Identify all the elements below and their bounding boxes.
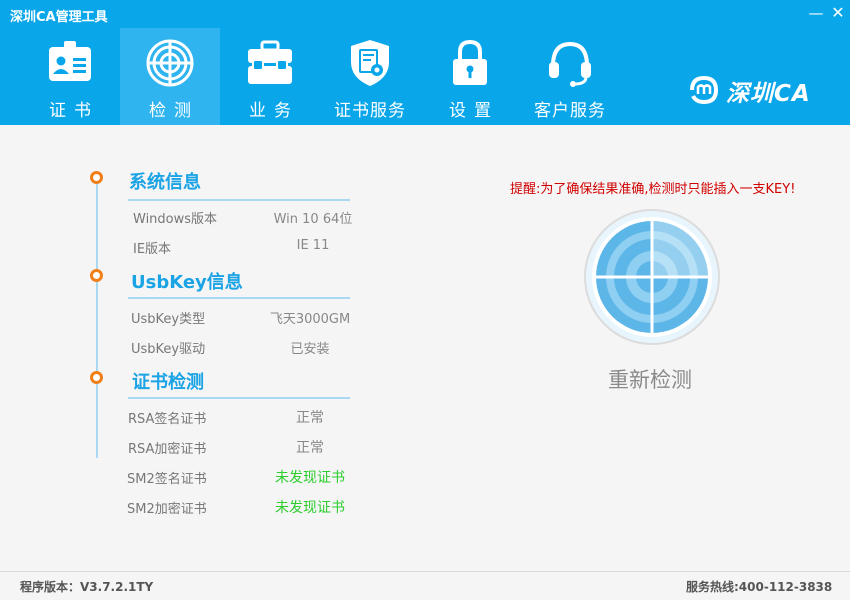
header-bar: 深圳CA管理工具 — ✕ 证书 检测 业务 证书服务 设置 客户服务 深圳CA [0, 0, 850, 125]
nav-item-customer-service[interactable]: 客户服务 [520, 28, 620, 125]
nav-label: 业务 [249, 101, 299, 121]
id-card-icon [49, 41, 91, 81]
nav-label: 证书 [49, 101, 99, 121]
timeline-line [96, 178, 98, 458]
ie-version-label: IE版本 [133, 242, 172, 257]
sm2-encrypt-cert-status: 未发现证书 [275, 500, 345, 516]
nav-item-certificate[interactable]: 证书 [20, 28, 120, 125]
nav-item-cert-service[interactable]: 证书服务 [320, 28, 420, 125]
usbkey-type-value: 飞天3000GM [269, 312, 351, 327]
section-dot [90, 171, 103, 184]
brand-logo: 深圳CA [686, 72, 826, 112]
main-nav: 证书 检测 业务 证书服务 设置 客户服务 [20, 28, 620, 125]
sm2-encrypt-cert-label: SM2加密证书 [127, 502, 207, 517]
windows-version-label: Windows版本 [133, 212, 218, 227]
program-version: 程序版本：V3.7.2.1TY [20, 580, 154, 594]
brand-logo-icon [690, 75, 719, 105]
usbkey-info-title: UsbKey信息 [131, 272, 243, 293]
reminder-text: 提醒:为了确保结果准确,检测时只能插入一支KEY! [510, 182, 796, 197]
rsa-encrypt-cert-label: RSA加密证书 [128, 442, 207, 457]
briefcase-icon [248, 40, 292, 84]
system-info-title: 系统信息 [129, 172, 201, 193]
rsa-encrypt-cert-status: 正常 [296, 440, 324, 456]
usbkey-driver-value: 已安装 [290, 342, 330, 357]
section-dot [90, 269, 103, 282]
rsa-sign-cert-status: 正常 [296, 410, 324, 426]
lock-icon [453, 39, 487, 85]
nav-label: 证书服务 [334, 101, 406, 121]
sm2-sign-cert-label: SM2签名证书 [127, 472, 207, 487]
windows-version-value: Win 10 64位 [273, 212, 353, 227]
section-divider [128, 297, 350, 299]
section-divider [128, 397, 350, 399]
certificate-shield-icon [351, 40, 389, 86]
headset-icon [549, 41, 591, 87]
rsa-sign-cert-label: RSA签名证书 [128, 412, 207, 427]
radar-detect-icon[interactable] [583, 208, 721, 346]
ie-version-value: IE 11 [296, 238, 330, 253]
nav-item-detect[interactable]: 检测 [120, 28, 220, 125]
section-dot [90, 371, 103, 384]
brand-text: 深圳CA [726, 81, 811, 107]
cert-check-title: 证书检测 [132, 372, 204, 393]
usbkey-driver-label: UsbKey驱动 [131, 342, 206, 357]
close-button[interactable]: ✕ [828, 3, 848, 23]
redetect-button[interactable]: 重新检测 [590, 364, 710, 394]
service-hotline: 服务热线:400-112-3838 [686, 580, 833, 594]
minimize-button[interactable]: — [806, 3, 826, 23]
nav-item-settings[interactable]: 设置 [420, 28, 520, 125]
nav-label: 客户服务 [534, 101, 606, 121]
sm2-sign-cert-status: 未发现证书 [275, 470, 345, 486]
nav-label: 设置 [449, 101, 499, 121]
usbkey-type-label: UsbKey类型 [131, 312, 206, 327]
radar-icon [146, 39, 194, 87]
footer-divider [0, 571, 850, 572]
nav-item-business[interactable]: 业务 [220, 28, 320, 125]
nav-label: 检测 [149, 101, 199, 121]
app-title: 深圳CA管理工具 [10, 10, 108, 25]
section-divider [128, 199, 350, 201]
